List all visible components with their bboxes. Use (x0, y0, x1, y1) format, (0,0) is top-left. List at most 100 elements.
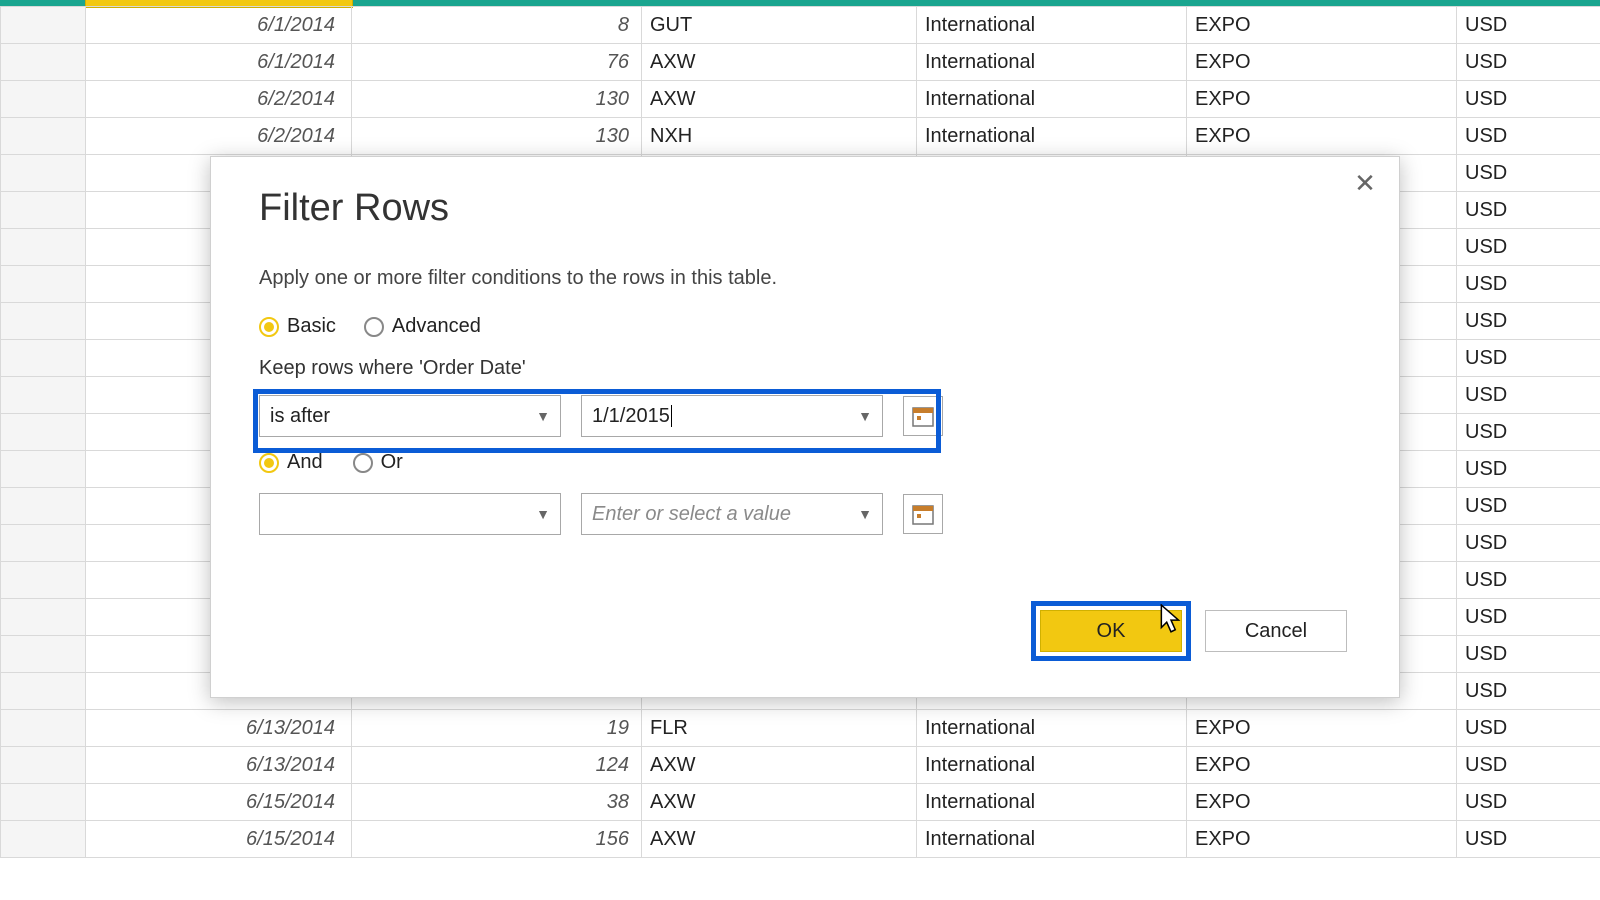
currency-cell: USD (1457, 7, 1600, 44)
row-number-cell (1, 414, 86, 451)
table-row[interactable]: 6/1/20148GUTInternationalEXPOUSD (1, 7, 1600, 44)
currency-cell: USD (1457, 155, 1600, 192)
region-cell: International (917, 118, 1187, 155)
value-input-1-value: 1/1/2015 (592, 405, 670, 427)
currency-cell: USD (1457, 673, 1600, 710)
table-row[interactable]: 6/13/201419FLRInternationalEXPOUSD (1, 710, 1600, 747)
quantity-cell: 76 (352, 44, 642, 81)
row-number-cell (1, 451, 86, 488)
quantity-cell: 38 (352, 784, 642, 821)
mode-radio-group: Basic Advanced (259, 315, 481, 338)
order-date-cell: 6/13/2014 (86, 747, 352, 784)
radio-advanced-label: Advanced (392, 315, 481, 338)
filter-rows-dialog: ✕ Filter Rows Apply one or more filter c… (210, 156, 1400, 698)
currency-cell: USD (1457, 710, 1600, 747)
order-date-cell: 6/1/2014 (86, 44, 352, 81)
currency-cell: USD (1457, 599, 1600, 636)
value-input-2[interactable]: Enter or select a value ▼ (581, 493, 883, 535)
calendar-icon (912, 503, 934, 525)
channel-cell: EXPO (1187, 118, 1457, 155)
row-number-cell (1, 229, 86, 266)
text-caret (671, 405, 672, 427)
channel-cell: EXPO (1187, 81, 1457, 118)
logic-radio-group: And Or (259, 451, 403, 474)
channel-cell: EXPO (1187, 7, 1457, 44)
quantity-cell: 8 (352, 7, 642, 44)
currency-cell: USD (1457, 44, 1600, 81)
radio-and[interactable]: And (259, 451, 323, 474)
table-row[interactable]: 6/1/201476AXWInternationalEXPOUSD (1, 44, 1600, 81)
table-row[interactable]: 6/15/2014156AXWInternationalEXPOUSD (1, 821, 1600, 858)
region-cell: International (917, 81, 1187, 118)
operator-dropdown-2[interactable]: ▼ (259, 493, 561, 535)
radio-advanced[interactable]: Advanced (364, 315, 481, 338)
date-picker-button-2[interactable] (903, 494, 943, 534)
row-number-cell (1, 525, 86, 562)
table-row[interactable]: 6/2/2014130NXHInternationalEXPOUSD (1, 118, 1600, 155)
chevron-down-icon: ▼ (536, 506, 550, 522)
radio-basic[interactable]: Basic (259, 315, 336, 338)
order-date-cell: 6/15/2014 (86, 821, 352, 858)
cancel-button[interactable]: Cancel (1205, 610, 1347, 652)
quantity-cell: 124 (352, 747, 642, 784)
code-cell: AXW (642, 784, 917, 821)
row-number-cell (1, 599, 86, 636)
region-cell: International (917, 7, 1187, 44)
code-cell: AXW (642, 747, 917, 784)
ok-button[interactable]: OK (1040, 610, 1182, 652)
radio-basic-label: Basic (287, 315, 336, 338)
chevron-down-icon: ▼ (536, 408, 550, 424)
quantity-cell: 19 (352, 710, 642, 747)
radio-or[interactable]: Or (353, 451, 403, 474)
row-number-cell (1, 784, 86, 821)
order-date-cell: 6/15/2014 (86, 784, 352, 821)
currency-cell: USD (1457, 821, 1600, 858)
row-number-cell (1, 155, 86, 192)
currency-cell: USD (1457, 377, 1600, 414)
keep-rows-label: Keep rows where 'Order Date' (259, 357, 526, 380)
operator-dropdown-1[interactable]: is after ▼ (259, 395, 561, 437)
currency-cell: USD (1457, 747, 1600, 784)
quantity-cell: 130 (352, 118, 642, 155)
tutorial-highlight-ok: OK (1031, 601, 1191, 661)
table-row[interactable]: 6/15/201438AXWInternationalEXPOUSD (1, 784, 1600, 821)
currency-cell: USD (1457, 118, 1600, 155)
value-input-1[interactable]: 1/1/2015 ▼ (581, 395, 883, 437)
order-date-cell: 6/2/2014 (86, 81, 352, 118)
channel-cell: EXPO (1187, 821, 1457, 858)
chevron-down-icon: ▼ (858, 506, 872, 522)
date-picker-button-1[interactable] (903, 396, 943, 436)
row-number-cell (1, 377, 86, 414)
row-number-cell (1, 44, 86, 81)
channel-cell: EXPO (1187, 784, 1457, 821)
order-date-cell: 6/1/2014 (86, 7, 352, 44)
region-cell: International (917, 44, 1187, 81)
row-number-cell (1, 821, 86, 858)
table-row[interactable]: 6/13/2014124AXWInternationalEXPOUSD (1, 747, 1600, 784)
close-icon[interactable]: ✕ (1353, 171, 1377, 195)
radio-and-label: And (287, 451, 323, 474)
row-number-cell (1, 710, 86, 747)
row-number-cell (1, 192, 86, 229)
currency-cell: USD (1457, 451, 1600, 488)
quantity-cell: 156 (352, 821, 642, 858)
region-cell: International (917, 747, 1187, 784)
row-number-cell (1, 118, 86, 155)
currency-cell: USD (1457, 784, 1600, 821)
currency-cell: USD (1457, 562, 1600, 599)
order-date-cell: 6/2/2014 (86, 118, 352, 155)
row-number-cell (1, 747, 86, 784)
currency-cell: USD (1457, 340, 1600, 377)
radio-dot-icon (259, 453, 279, 473)
row-number-cell (1, 7, 86, 44)
currency-cell: USD (1457, 81, 1600, 118)
currency-cell: USD (1457, 192, 1600, 229)
row-number-cell (1, 340, 86, 377)
code-cell: AXW (642, 81, 917, 118)
calendar-icon (912, 405, 934, 427)
table-row[interactable]: 6/2/2014130AXWInternationalEXPOUSD (1, 81, 1600, 118)
dialog-title: Filter Rows (259, 187, 449, 230)
filter-condition-row-2: ▼ Enter or select a value ▼ (259, 493, 943, 535)
filter-condition-row-1: is after ▼ 1/1/2015 ▼ (259, 395, 943, 437)
radio-dot-icon (364, 317, 384, 337)
